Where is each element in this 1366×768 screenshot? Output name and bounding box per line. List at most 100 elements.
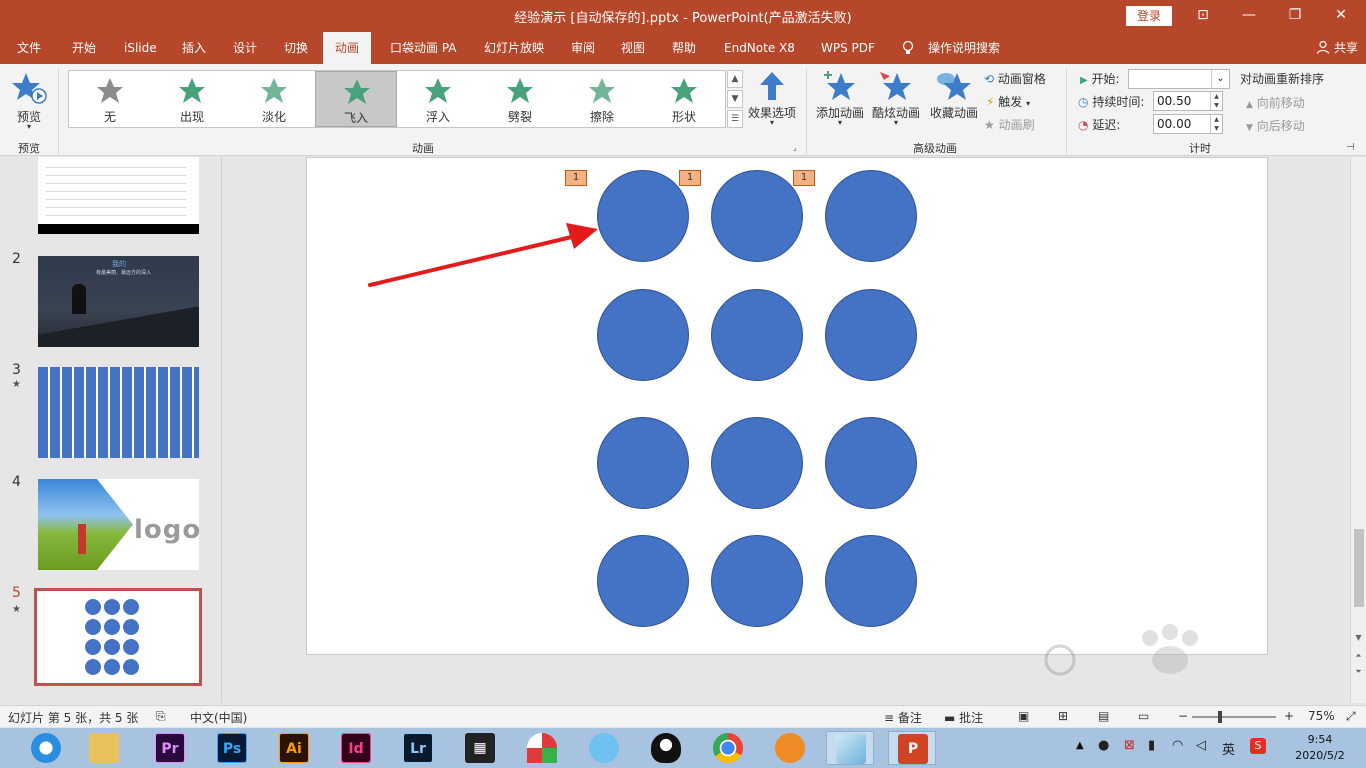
animation-pane-button[interactable]: ⟲ 动画窗格 (984, 70, 1046, 87)
prev-slide-icon[interactable]: ⏶ (1351, 651, 1366, 661)
slideshow-view-icon[interactable]: ▭ (1138, 709, 1149, 723)
normal-view-icon[interactable]: ▣ (1018, 709, 1029, 723)
gallery-down-icon[interactable]: ▼ (727, 90, 743, 108)
circle-shape[interactable] (597, 170, 689, 262)
notes-button[interactable]: ≡ 备注 (884, 709, 922, 726)
preview-button[interactable]: 预览 ▾ (8, 68, 50, 136)
zoom-in-icon[interactable]: + (1284, 709, 1294, 723)
tab-endnote[interactable]: EndNote X8 (712, 32, 807, 64)
gallery-more-icon[interactable]: ☰ (727, 110, 743, 128)
next-slide-icon[interactable]: ⏷ (1351, 667, 1366, 677)
zoom-slider-handle[interactable] (1218, 711, 1222, 723)
animation-order-tag[interactable]: 1 (679, 170, 701, 186)
minimize-icon[interactable]: — (1226, 0, 1272, 32)
spellcheck-icon[interactable]: ⎘ (156, 709, 166, 724)
circle-shape[interactable] (711, 417, 803, 509)
ribbon-display-icon[interactable]: ⊡ (1180, 0, 1226, 32)
zoom-level[interactable]: 75% (1308, 709, 1335, 723)
taskbar-qq[interactable] (642, 731, 690, 765)
spinner-arrows-icon[interactable]: ▲ ▼ (1210, 115, 1222, 133)
tab-animations[interactable]: 动画 (323, 32, 371, 64)
taskbar-umbrella-app[interactable] (518, 731, 566, 765)
tab-pocket-animation[interactable]: 口袋动画 PA (378, 32, 469, 64)
animation-effect-3[interactable]: 飞入 (315, 71, 397, 127)
circle-shape[interactable] (825, 417, 917, 509)
tab-insert[interactable]: 插入 (170, 32, 218, 64)
vertical-scrollbar[interactable]: ▼ ⏶ ⏷ (1350, 157, 1366, 703)
tray-network-icon[interactable]: ⊠ (1124, 738, 1135, 753)
tab-review[interactable]: 审阅 (559, 32, 607, 64)
circle-shape[interactable] (825, 535, 917, 627)
tell-me-search[interactable]: 操作说明搜索 (916, 32, 1012, 64)
circle-shape[interactable] (711, 170, 803, 262)
taskbar-app-4[interactable]: Lr (394, 731, 442, 765)
slide-thumbnail-5[interactable] (34, 588, 202, 686)
duration-spinner[interactable]: 00.50 ▲ ▼ (1153, 91, 1223, 111)
login-button[interactable]: 登录 (1126, 6, 1172, 26)
circle-shape[interactable] (825, 170, 917, 262)
zoom-out-icon[interactable]: − (1178, 709, 1188, 723)
scrollbar-thumb[interactable] (1354, 529, 1364, 607)
close-icon[interactable]: ✕ (1318, 0, 1364, 32)
taskbar-notes[interactable] (826, 731, 874, 765)
tab-view[interactable]: 视图 (609, 32, 657, 64)
taskbar-app-1[interactable]: Ps (208, 731, 256, 765)
animation-effect-0[interactable]: 无 (69, 71, 151, 127)
tab-design[interactable]: 设计 (221, 32, 269, 64)
slide-thumbnail-4[interactable]: logo (38, 479, 199, 570)
slide-thumbnail-2[interactable]: 我的 有最美丽、最远方的深入 (38, 256, 199, 347)
dialog-launcher-icon[interactable]: ⌟ (793, 143, 797, 152)
tab-wps-pdf[interactable]: WPS PDF (809, 32, 887, 64)
tab-slideshow[interactable]: 幻灯片放映 (472, 32, 556, 64)
animation-effect-4[interactable]: 浮入 (397, 71, 479, 127)
taskbar-orange-app[interactable] (766, 731, 814, 765)
scroll-down-icon[interactable]: ▼ (1351, 633, 1366, 642)
reading-view-icon[interactable]: ▤ (1098, 709, 1109, 723)
fit-slide-icon[interactable]: ⤢ (1346, 709, 1356, 724)
sogou-icon[interactable]: S (1250, 738, 1266, 754)
effect-options-button[interactable]: 效果选项 ▾ (746, 68, 798, 134)
animation-effect-6[interactable]: 擦除 (561, 71, 643, 127)
circle-shape[interactable] (711, 535, 803, 627)
move-earlier-button[interactable]: ▲ 向前移动 (1246, 94, 1305, 111)
taskbar-powerpoint[interactable]: P (888, 731, 936, 765)
ime-indicator[interactable]: 英 (1222, 739, 1235, 758)
trigger-button[interactable]: ⚡ 触发 ▾ (986, 93, 1030, 110)
tab-help[interactable]: 帮助 (660, 32, 708, 64)
chevron-down-icon[interactable]: ⌄ (1211, 70, 1229, 88)
taskbar-app-2[interactable]: Ai (270, 731, 318, 765)
tab-file[interactable]: 文件 (5, 32, 53, 64)
taskbar-chat-app[interactable] (580, 731, 628, 765)
tray-expand-icon[interactable]: ▲ (1076, 740, 1084, 751)
collect-animation-button[interactable]: 收藏动画 (926, 68, 982, 134)
animation-effect-2[interactable]: 淡化 (233, 71, 315, 127)
taskbar-explorer[interactable] (80, 731, 128, 765)
tab-home[interactable]: 开始 (60, 32, 108, 64)
taskbar-chrome[interactable] (704, 731, 752, 765)
comments-button[interactable]: ▬ 批注 (944, 709, 983, 726)
animation-effect-1[interactable]: 出现 (151, 71, 233, 127)
animation-effect-5[interactable]: 劈裂 (479, 71, 561, 127)
add-animation-button[interactable]: 添加动画 ▾ (814, 68, 866, 134)
tray-wifi-icon[interactable]: ◠ (1172, 738, 1183, 753)
taskbar-browser[interactable] (22, 731, 70, 765)
move-later-button[interactable]: ▼ 向后移动 (1246, 117, 1305, 134)
tray-volume-icon[interactable]: ◁ (1196, 738, 1206, 753)
restore-icon[interactable]: ❐ (1272, 0, 1318, 32)
delay-spinner[interactable]: 00.00 ▲ ▼ (1153, 114, 1223, 134)
taskbar-video-editor[interactable]: ▦ (456, 731, 504, 765)
circle-shape[interactable] (825, 289, 917, 381)
slide-thumbnail-1[interactable] (38, 157, 199, 234)
animation-order-tag[interactable]: 1 (565, 170, 587, 186)
taskbar-app-3[interactable]: Id (332, 731, 380, 765)
share-button[interactable]: 共享 (1316, 32, 1358, 64)
gallery-up-icon[interactable]: ▲ (727, 70, 743, 88)
zoom-slider[interactable] (1192, 716, 1276, 718)
spinner-arrows-icon[interactable]: ▲ ▼ (1210, 92, 1222, 110)
tab-transitions[interactable]: 切换 (272, 32, 320, 64)
slide-sorter-icon[interactable]: ⊞ (1058, 709, 1068, 723)
language-indicator[interactable]: 中文(中国) (190, 709, 247, 726)
tray-battery-icon[interactable]: ▮ (1148, 738, 1155, 753)
system-clock[interactable]: 9:54 2020/5/2 (1280, 732, 1360, 764)
animation-painter-button[interactable]: ★ 动画刷 (984, 116, 1035, 133)
